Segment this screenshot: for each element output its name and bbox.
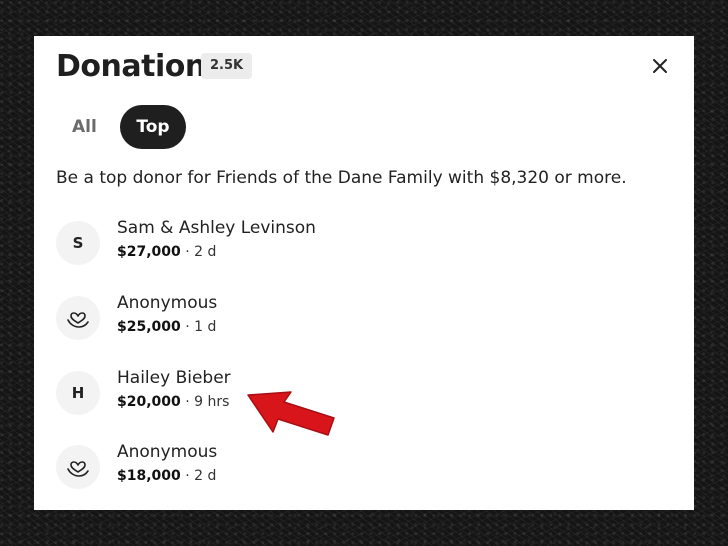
donation-count-badge: 2.5K [201, 53, 253, 79]
donor-row[interactable]: Anonymous $25,000 · 1 d [56, 293, 656, 349]
modal-title: Donations [56, 49, 224, 84]
heart-hand-icon [67, 312, 89, 328]
donor-row[interactable]: H Hailey Bieber $20,000 · 9 hrs [56, 368, 656, 424]
donor-meta: $18,000 · 2 d [117, 468, 217, 484]
donor-time: 1 d [194, 319, 217, 335]
avatar: S [56, 221, 100, 265]
donor-time: 9 hrs [194, 394, 230, 410]
donor-name: Anonymous [117, 293, 218, 313]
close-icon [653, 59, 667, 73]
donor-amount: $20,000 [117, 394, 181, 410]
donor-name: Sam & Ashley Levinson [117, 218, 316, 238]
tab-top[interactable]: Top [120, 105, 186, 149]
donor-amount: $27,000 [117, 244, 181, 260]
donor-meta: $25,000 · 1 d [117, 319, 217, 335]
donor-name: Hailey Bieber [117, 368, 231, 388]
avatar [56, 445, 100, 489]
avatar [56, 296, 100, 340]
donor-amount: $18,000 [117, 468, 181, 484]
avatar: H [56, 371, 100, 415]
donations-modal: Donations 2.5K All Top Be a top donor fo… [34, 36, 694, 510]
heart-hand-icon [67, 461, 89, 477]
red-arrow-icon [247, 391, 335, 436]
donor-time: 2 d [194, 468, 217, 484]
donor-amount: $25,000 [117, 319, 181, 335]
close-button[interactable] [647, 53, 673, 79]
tab-all[interactable]: All [62, 106, 107, 148]
top-donor-notice: Be a top donor for Friends of the Dane F… [56, 168, 627, 188]
donor-meta: $27,000 · 2 d [117, 244, 217, 260]
donor-row[interactable]: Anonymous $18,000 · 2 d [56, 442, 656, 498]
donor-meta: $20,000 · 9 hrs [117, 394, 230, 410]
donor-row[interactable]: S Sam & Ashley Levinson $27,000 · 2 d [56, 218, 656, 274]
donor-time: 2 d [194, 244, 217, 260]
donor-name: Anonymous [117, 442, 218, 462]
